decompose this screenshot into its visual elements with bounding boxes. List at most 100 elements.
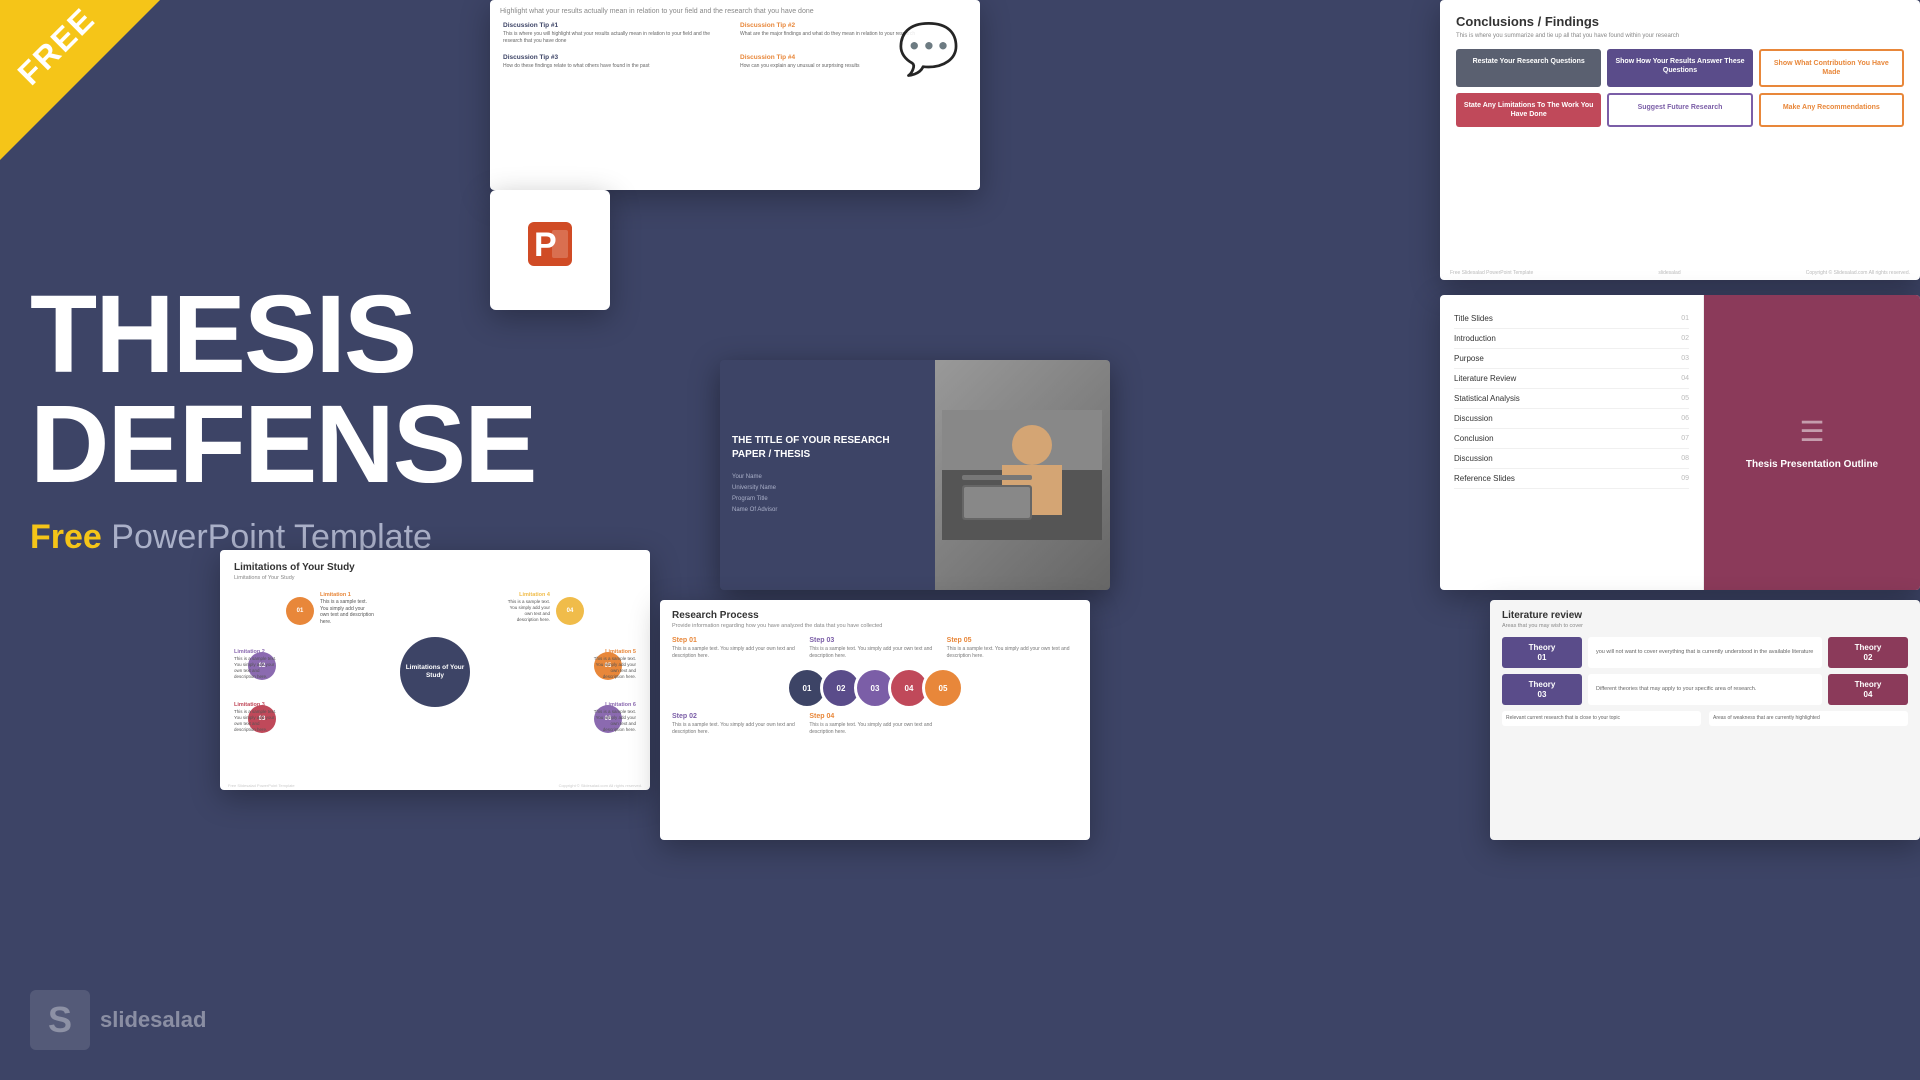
conc-box2: Show How Your Results Answer These Quest… xyxy=(1607,49,1752,87)
tip1-body: This is where you will highlight what yo… xyxy=(503,31,730,44)
disc-tip3: Discussion Tip #3 How do these findings … xyxy=(500,51,733,73)
conc-box1: Restate Your Research Questions xyxy=(1456,49,1601,87)
toc-label-5: Statistical Analysis xyxy=(1454,394,1520,403)
title-slide-heading: THE TITLE OF YOUR RESEARCH PAPER / THESI… xyxy=(732,434,923,462)
res-step-03: Step 03 This is a sample text. You simpl… xyxy=(809,637,940,659)
powerpoint-icon-box: P xyxy=(490,190,610,310)
conc-box4: State Any Limitations To The Work You Ha… xyxy=(1456,93,1601,127)
research-inner: Research Process Provide information reg… xyxy=(660,600,1090,753)
lim-label-3: Limitation 3This is a sample text. You s… xyxy=(234,702,282,733)
slide-conclusions: Conclusions / Findings This is where you… xyxy=(1440,0,1920,280)
toc-list: Title Slides 01 Introduction 02 Purpose … xyxy=(1440,295,1704,590)
toc-label-2: Introduction xyxy=(1454,334,1496,343)
res-sub: Provide information regarding how you ha… xyxy=(672,623,1078,629)
step05-body: This is a sample text. You simply add yo… xyxy=(947,646,1078,659)
toc-num-1: 01 xyxy=(1681,315,1689,322)
toc-num-6: 06 xyxy=(1681,415,1689,422)
lit-bottom-texts: Relevant current research that is close … xyxy=(1502,711,1908,726)
toc-num-9: 09 xyxy=(1681,475,1689,482)
theory-02-text-bottom: Relevant current research that is close … xyxy=(1502,711,1701,726)
footer-right: slidesalad xyxy=(1658,270,1680,276)
slide-research: Research Process Provide information reg… xyxy=(660,600,1090,840)
conc-box3: Show What Contribution You Have Made xyxy=(1759,49,1904,87)
slide-litreview: Literature review Areas that you may wis… xyxy=(1490,600,1920,840)
limitations-diagram: Limitations of Your Study 01 Limitation … xyxy=(234,587,636,757)
res-title: Research Process xyxy=(672,610,1078,621)
lit-sub: Areas that you may wish to cover xyxy=(1502,623,1908,629)
title-slide-info: Your Name University Name Program Title … xyxy=(732,472,923,515)
title-slide-left: THE TITLE OF YOUR RESEARCH PAPER / THESI… xyxy=(720,360,935,590)
theory-03-box: Theory03 xyxy=(1502,674,1582,705)
slide-toc: Title Slides 01 Introduction 02 Purpose … xyxy=(1440,295,1920,590)
toc-right-panel: ☰ Thesis Presentation Outline xyxy=(1704,295,1920,590)
theory-03-text: Different theories that may apply to you… xyxy=(1588,674,1822,705)
lim-footer-right: Copyright © Slidesalad.com All rights re… xyxy=(559,783,642,788)
toc-label-1: Title Slides xyxy=(1454,314,1493,323)
toc-num-4: 04 xyxy=(1681,375,1689,382)
slide-discussion: Highlight what your results actually mea… xyxy=(490,0,980,190)
toc-item-1: Title Slides 01 xyxy=(1454,309,1689,329)
toc-label-8: Discussion xyxy=(1454,454,1493,463)
theory-01-box: Theory01 xyxy=(1502,637,1582,668)
res-step-05: Step 05 This is a sample text. You simpl… xyxy=(947,637,1078,659)
res-step-04: Step 04 This is a sample text. You simpl… xyxy=(809,713,940,735)
lit-title: Literature review xyxy=(1502,610,1908,621)
list-icon: ☰ xyxy=(1799,415,1824,448)
theory-02-box: Theory02 xyxy=(1828,637,1908,668)
conclusions-inner: Conclusions / Findings This is where you… xyxy=(1440,0,1920,141)
toc-label-4: Literature Review xyxy=(1454,374,1516,383)
logo-icon-letter: S xyxy=(48,999,72,1041)
toc-item-4: Literature Review 04 xyxy=(1454,369,1689,389)
step03-body: This is a sample text. You simply add yo… xyxy=(809,646,940,659)
title-slide-right xyxy=(935,360,1111,590)
toc-item-3: Purpose 03 xyxy=(1454,349,1689,369)
toc-item-8: Discussion 08 xyxy=(1454,449,1689,469)
powerpoint-icon: P xyxy=(524,218,576,283)
toc-right-title: Thesis Presentation Outline xyxy=(1746,458,1878,471)
lim-label-6: Limitation 6This is a sample text. You s… xyxy=(588,702,636,733)
litreview-grid: Theory01 you will not want to cover ever… xyxy=(1502,637,1908,705)
conc-title: Conclusions / Findings xyxy=(1456,14,1904,29)
discussion-header: Highlight what your results actually mea… xyxy=(500,8,970,15)
tip3-body: How do these findings relate to what oth… xyxy=(503,63,730,70)
research-steps-top: Step 01 This is a sample text. You simpl… xyxy=(672,637,1078,659)
toc-num-3: 03 xyxy=(1681,355,1689,362)
lim-center-circle: Limitations of Your Study xyxy=(400,637,470,707)
lim-label-5: Limitation 5This is a sample text. You s… xyxy=(588,649,636,680)
toc-label-3: Purpose xyxy=(1454,354,1484,363)
step05-label: Step 05 xyxy=(947,637,1078,644)
step04-body: This is a sample text. You simply add yo… xyxy=(809,722,940,735)
step02-label: Step 02 xyxy=(672,713,803,720)
university-line: University Name xyxy=(732,483,923,494)
toc-label-6: Discussion xyxy=(1454,414,1493,423)
res-step-01: Step 01 This is a sample text. You simpl… xyxy=(672,637,803,659)
limitations-footer: Free Slidesalad PowerPoint Template Copy… xyxy=(220,783,650,788)
main-title-area: THESIS DEFENSE Free PowerPoint Template xyxy=(30,280,710,557)
res-step-02: Step 02 This is a sample text. You simpl… xyxy=(672,713,803,735)
slidesalad-logo: S slidesalad xyxy=(30,990,206,1050)
chat-icon: 💬 xyxy=(898,20,960,79)
lim-label-4: Limitation 4This is a sample text. You s… xyxy=(502,592,550,623)
thesis-word: THESIS xyxy=(30,273,415,396)
footer-copyright: Copyright © Slidesalad.com All rights re… xyxy=(1806,270,1910,276)
limitations-inner: Limitations of Your Study Limitations of… xyxy=(220,550,650,769)
tip3-title: Discussion Tip #3 xyxy=(503,54,730,61)
free-subtitle-word: Free xyxy=(30,518,102,556)
theory-04-text-bottom: Areas of weakness that are currently hig… xyxy=(1709,711,1908,726)
step01-body: This is a sample text. You simply add yo… xyxy=(672,646,803,659)
step01-label: Step 01 xyxy=(672,637,803,644)
research-steps-bottom: Step 02 This is a sample text. You simpl… xyxy=(672,713,1078,735)
lim-node-4: 04 xyxy=(556,597,584,625)
step04-label: Step 04 xyxy=(809,713,940,720)
toc-num-7: 07 xyxy=(1681,435,1689,442)
lim-footer-left: Free Slidesalad PowerPoint Template xyxy=(228,783,295,788)
circle-05: 05 xyxy=(922,667,964,709)
theory-04-box: Theory04 xyxy=(1828,674,1908,705)
toc-item-7: Conclusion 07 xyxy=(1454,429,1689,449)
defense-word: DEFENSE xyxy=(30,383,536,506)
toc-label-7: Conclusion xyxy=(1454,434,1494,443)
conclusions-grid: Restate Your Research Questions Show How… xyxy=(1456,49,1904,127)
toc-label-9: Reference Slides xyxy=(1454,474,1515,483)
logo-icon-box: S xyxy=(30,990,90,1050)
title-slide-image xyxy=(935,360,1111,590)
